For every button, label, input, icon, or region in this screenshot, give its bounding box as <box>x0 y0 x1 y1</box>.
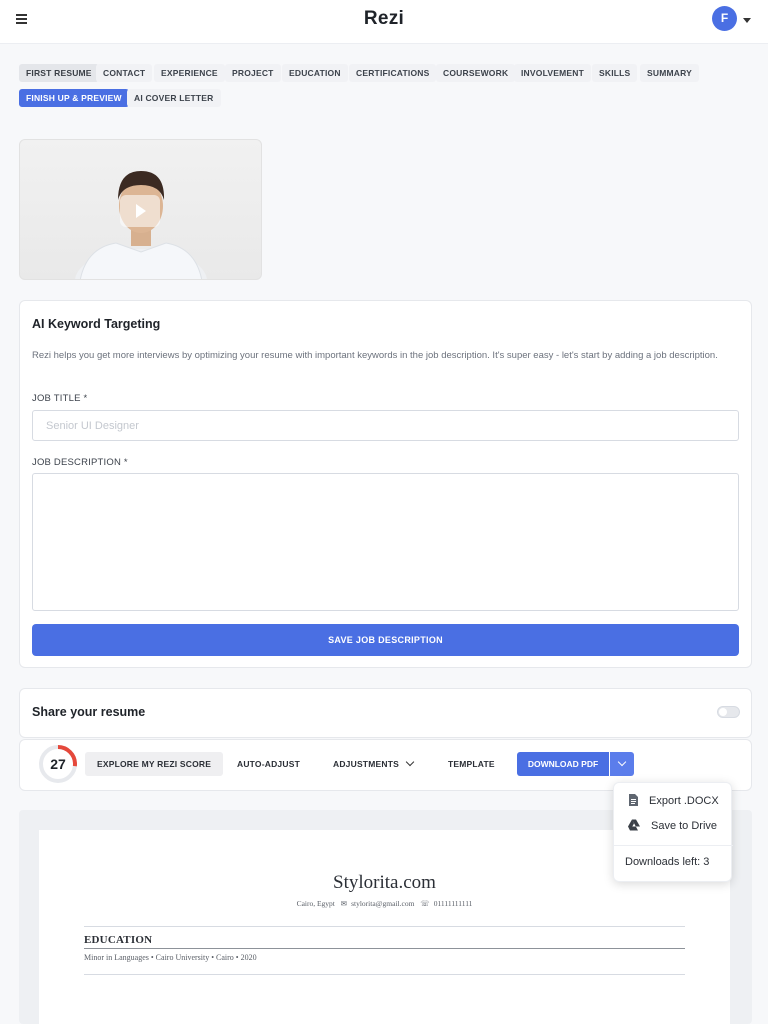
tab-finish-up-preview[interactable]: FINISH UP & PREVIEW <box>19 89 129 107</box>
template-button[interactable]: TEMPLATE <box>448 752 495 776</box>
tab-education[interactable]: EDUCATION <box>282 64 348 82</box>
resume-phone: 01111111111 <box>433 899 473 908</box>
tab-experience[interactable]: EXPERIENCE <box>154 64 225 82</box>
explore-rezi-score-button[interactable]: EXPLORE MY REZI SCORE <box>85 752 224 776</box>
chevron-down-icon[interactable] <box>743 18 751 23</box>
user-avatar[interactable]: F <box>712 6 737 31</box>
save-to-drive-item[interactable]: Save to Drive <box>628 818 717 834</box>
document-icon <box>629 794 638 807</box>
resume-section-heading: EDUCATION <box>84 934 153 946</box>
tab-skills[interactable]: SKILLS <box>592 64 638 82</box>
rezi-score-value: 27 <box>50 756 66 772</box>
resume-contact-line: Cairo, Egypt ✉ stylorita@gmail.com ☏ 01111… <box>39 899 730 908</box>
adjustments-button[interactable]: ADJUSTMENTS <box>333 752 415 776</box>
app-logo[interactable]: Rezi <box>0 8 768 30</box>
keyword-card-description: Rezi helps you get more interviews by op… <box>32 350 718 361</box>
resume-education-entry: Minor in Languages • Cairo University • … <box>84 953 257 962</box>
adjustments-label: ADJUSTMENTS <box>333 759 399 769</box>
resume-location: Cairo, Egypt <box>296 899 335 908</box>
play-icon[interactable] <box>120 195 160 227</box>
tab-project[interactable]: PROJECT <box>225 64 281 82</box>
chevron-down-icon <box>405 757 415 767</box>
job-description-textarea[interactable] <box>32 473 739 611</box>
download-options-caret[interactable] <box>610 752 634 776</box>
auto-adjust-button[interactable]: AUTO-ADJUST <box>237 752 300 776</box>
download-pdf-button[interactable]: DOWNLOAD PDF <box>517 752 609 776</box>
share-resume-toggle[interactable] <box>717 706 740 718</box>
tab-ai-cover-letter[interactable]: AI COVER LETTER <box>127 89 221 107</box>
downloads-left-text: Downloads left: 3 <box>625 856 710 868</box>
resume-divider <box>84 926 685 927</box>
menu-divider <box>614 845 733 846</box>
tab-certifications[interactable]: CERTIFICATIONS <box>349 64 437 82</box>
resume-email: stylorita@gmail.com <box>351 899 415 908</box>
mail-icon: ✉ <box>340 899 348 908</box>
phone-icon: ☏ <box>420 899 430 908</box>
tab-first-resume[interactable]: FIRST RESUME <box>19 64 99 82</box>
tab-coursework[interactable]: COURSEWORK <box>436 64 516 82</box>
resume-divider <box>84 974 685 975</box>
export-docx-item[interactable]: Export .DOCX <box>628 793 719 809</box>
save-job-description-button[interactable]: SAVE JOB DESCRIPTION <box>32 624 739 656</box>
keyword-card-title: AI Keyword Targeting <box>32 317 161 331</box>
drive-icon <box>628 819 640 831</box>
export-docx-label: Export .DOCX <box>649 795 719 807</box>
job-title-input[interactable] <box>32 410 739 441</box>
resume-section-rule <box>84 948 685 949</box>
save-to-drive-label: Save to Drive <box>651 820 718 832</box>
tab-contact[interactable]: CONTACT <box>96 64 153 82</box>
job-title-label: JOB TITLE * <box>32 393 88 404</box>
share-resume-title: Share your resume <box>32 705 146 719</box>
tab-summary[interactable]: SUMMARY <box>640 64 699 82</box>
download-options-menu: Export .DOCX Save to Drive Downloads lef… <box>613 782 733 882</box>
tab-involvement[interactable]: INVOLVEMENT <box>514 64 591 82</box>
top-bar: Rezi F <box>0 0 768 44</box>
job-description-label: JOB DESCRIPTION * <box>32 457 128 468</box>
